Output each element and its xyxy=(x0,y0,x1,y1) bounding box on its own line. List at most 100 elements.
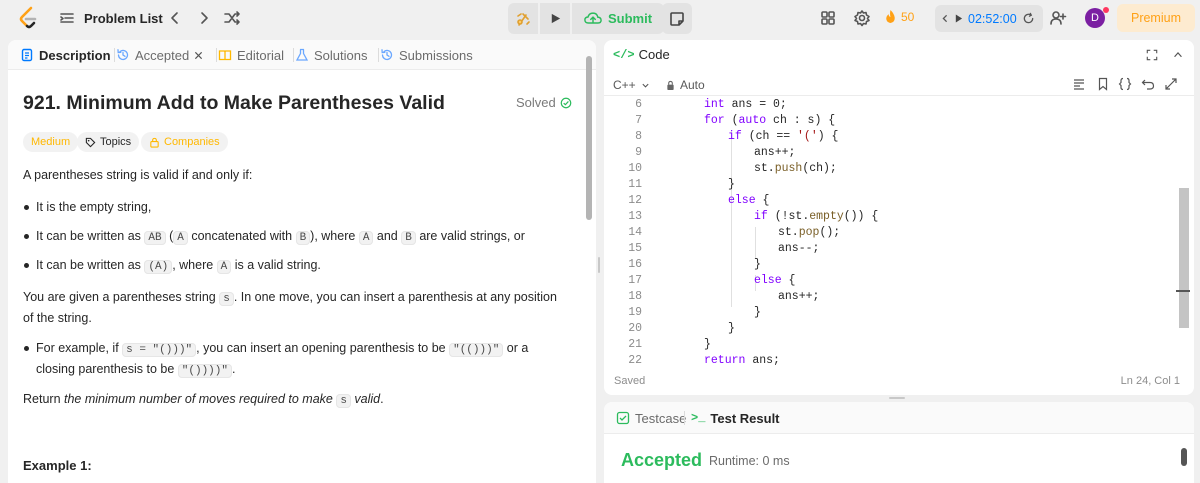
code-text: } xyxy=(728,178,735,191)
topics-chip[interactable]: Topics xyxy=(77,132,140,152)
debug-button[interactable] xyxy=(508,3,538,34)
line-number: 17 xyxy=(628,274,642,287)
list-item: It is the empty string, xyxy=(23,198,151,217)
tab-divider xyxy=(684,411,685,425)
panel-resize-handle[interactable] xyxy=(889,397,905,399)
tab-submissions[interactable]: Submissions xyxy=(380,40,473,70)
code-line: 21} xyxy=(604,337,1174,353)
text: and xyxy=(373,229,402,243)
tab-solutions[interactable]: Solutions xyxy=(295,40,367,70)
maximize-icon[interactable] xyxy=(1146,49,1158,61)
run-button[interactable] xyxy=(540,3,570,34)
cursor-position: Ln 24, Col 1 xyxy=(1120,375,1180,387)
result-scrollbar[interactable] xyxy=(1181,448,1187,466)
prev-problem-button[interactable] xyxy=(166,9,184,27)
tab-accepted[interactable]: Accepted xyxy=(116,40,203,70)
terminal-icon: >_ xyxy=(691,411,706,425)
tab-description[interactable]: Description xyxy=(20,40,111,70)
companies-chip[interactable]: Companies xyxy=(141,132,228,152)
line-number: 7 xyxy=(635,114,642,127)
language-label: C++ xyxy=(613,78,636,92)
book-icon xyxy=(218,50,232,61)
bullet-text: It can be written as AB (A concatenated … xyxy=(23,227,525,248)
code-brackets-icon: </> xyxy=(613,47,635,62)
result-tab-bar: Testcase >_ Test Result xyxy=(604,402,1194,434)
text: . xyxy=(231,362,236,376)
reset-icon[interactable] xyxy=(1022,12,1035,25)
bookmark-icon[interactable] xyxy=(1096,77,1110,91)
inline-code: (A) xyxy=(144,260,173,274)
text: You are given a parentheses string xyxy=(23,290,220,304)
code-line: 10 st.push(ch); xyxy=(604,161,1174,177)
code-text: ans--; xyxy=(778,242,820,255)
code-line: 8 if (ch == '(') { xyxy=(604,129,1174,145)
streak-count: 50 xyxy=(901,9,915,24)
code-line: 18 ans++; xyxy=(604,289,1174,305)
moves-paragraph: You are given a parentheses string s. In… xyxy=(23,288,568,328)
line-number: 19 xyxy=(628,306,642,319)
code-tab[interactable]: </> Code xyxy=(613,47,670,62)
premium-button[interactable]: Premium xyxy=(1117,4,1195,32)
solved-label: Solved xyxy=(516,95,556,110)
inline-code: s = "()))" xyxy=(122,343,197,357)
random-problem-button[interactable] xyxy=(223,9,241,27)
inline-code: A xyxy=(358,231,374,245)
panel-resize-handle[interactable] xyxy=(598,257,600,273)
format-icon[interactable] xyxy=(1072,77,1086,91)
code-panel: </> Code C++ Auto 6 int ans = 0; 7 for (… xyxy=(604,40,1194,395)
code-text: } xyxy=(754,306,761,319)
mode-select[interactable]: Auto xyxy=(666,78,705,92)
text: is a valid string. xyxy=(231,258,321,272)
code-title: Code xyxy=(638,47,670,62)
tab-testcase-label: Testcase xyxy=(635,410,687,426)
play-icon xyxy=(955,14,963,23)
braces-icon[interactable] xyxy=(1118,77,1132,91)
list-icon xyxy=(60,13,74,23)
close-icon[interactable] xyxy=(194,51,203,60)
inline-code: A xyxy=(173,231,188,245)
tab-description-label: Description xyxy=(39,47,111,63)
tab-editorial-label: Editorial xyxy=(237,47,284,63)
tab-editorial[interactable]: Editorial xyxy=(218,40,284,70)
undo-icon[interactable] xyxy=(1141,77,1155,91)
runtime-text: Runtime: 0 ms xyxy=(709,454,790,468)
lock-icon xyxy=(150,137,159,148)
settings-button[interactable] xyxy=(853,9,871,27)
run-controls: Submit xyxy=(508,3,664,34)
layout-button[interactable] xyxy=(819,9,837,27)
code-line: 12 else { xyxy=(604,193,1174,209)
code-editor[interactable]: 6 int ans = 0; 7 for (auto ch : s) { 8 if (… xyxy=(604,97,1194,369)
text: are valid strings, or xyxy=(415,229,525,243)
chevron-down-icon xyxy=(642,83,649,88)
submit-button[interactable]: Submit xyxy=(572,3,664,34)
notes-button[interactable] xyxy=(662,3,692,34)
avatar[interactable]: D xyxy=(1085,8,1105,28)
tab-testcase[interactable]: Testcase xyxy=(616,402,686,434)
tab-divider xyxy=(378,48,379,62)
language-select[interactable]: C++ xyxy=(613,78,650,92)
avatar-letter: D xyxy=(1091,12,1099,24)
code-text: } xyxy=(754,258,761,271)
expand-icon[interactable] xyxy=(1164,77,1178,91)
code-scrollbar[interactable] xyxy=(1179,188,1189,328)
list-item: It can be written as (A), where A is a v… xyxy=(23,256,321,277)
code-line: 17 else { xyxy=(604,273,1174,289)
code-line: 19} xyxy=(604,305,1174,321)
timer[interactable]: 02:52:00 xyxy=(935,5,1043,32)
streak-counter[interactable]: 50 xyxy=(884,9,914,24)
problem-title[interactable]: 921. Minimum Add to Make Parentheses Val… xyxy=(23,92,445,115)
chevron-up-icon[interactable] xyxy=(1172,49,1184,61)
invite-button[interactable] xyxy=(1049,9,1067,27)
tab-test-result[interactable]: >_ Test Result xyxy=(691,402,780,434)
chevron-left-icon xyxy=(942,14,948,23)
description-scrollbar[interactable] xyxy=(586,56,592,220)
line-number: 8 xyxy=(635,130,642,143)
leetcode-logo-icon[interactable] xyxy=(18,6,40,30)
chevron-left-icon xyxy=(171,12,178,24)
flask-icon xyxy=(295,48,309,61)
problem-list-label: Problem List xyxy=(84,10,163,26)
next-problem-button[interactable] xyxy=(195,9,213,27)
tag-icon xyxy=(85,137,96,147)
example-heading: Example 1: xyxy=(23,458,92,473)
problem-list-button[interactable]: Problem List xyxy=(58,8,163,28)
